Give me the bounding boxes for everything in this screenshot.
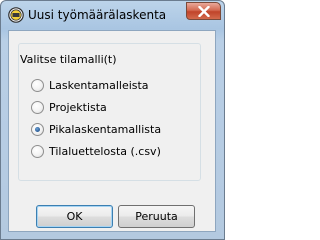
option-label[interactable]: Pikalaskentamallista: [49, 123, 161, 137]
dialog-window: Uusi työmäärälaskenta Valitse tilamalli(…: [0, 0, 225, 240]
close-button[interactable]: [186, 2, 221, 20]
window-title: Uusi työmäärälaskenta: [28, 8, 167, 22]
ok-button[interactable]: OK: [36, 205, 113, 228]
option-tilaluettelosta[interactable]: Tilaluettelosta (.csv): [31, 144, 201, 160]
dialog-content: Valitse tilamalli(t) Laskentamalleista P…: [8, 30, 216, 232]
option-label[interactable]: Laskentamalleista: [49, 79, 149, 93]
close-icon: [198, 6, 210, 17]
option-label[interactable]: Tilaluettelosta (.csv): [49, 145, 161, 159]
option-projektista[interactable]: Projektista: [31, 100, 201, 116]
app-logo-icon: [8, 7, 24, 23]
title-bar[interactable]: Uusi työmäärälaskenta: [1, 1, 224, 29]
group-title: Valitse tilamalli(t): [20, 53, 117, 66]
cancel-button[interactable]: Peruuta: [118, 205, 195, 228]
radio-button[interactable]: [31, 101, 44, 114]
radio-button-selected[interactable]: [31, 123, 44, 136]
radio-button[interactable]: [31, 79, 44, 92]
radio-selected-dot: [35, 127, 40, 132]
option-pikalaskentamallista[interactable]: Pikalaskentamallista: [31, 122, 201, 138]
option-label[interactable]: Projektista: [49, 101, 107, 115]
radio-button[interactable]: [31, 145, 44, 158]
option-laskentamalleista[interactable]: Laskentamalleista: [31, 78, 201, 94]
